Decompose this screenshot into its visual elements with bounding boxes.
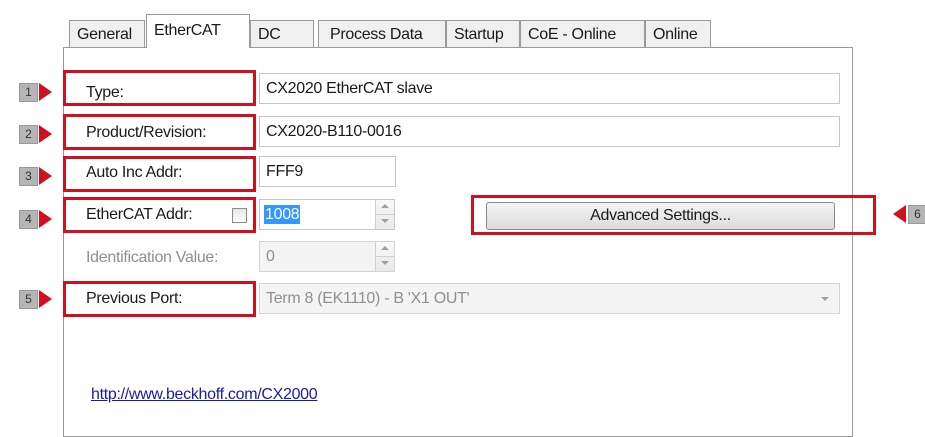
ethercat-addr-value: 1008 <box>264 205 301 224</box>
spin-up-icon[interactable] <box>381 204 389 208</box>
spin-up-icon[interactable] <box>381 246 389 250</box>
callout-box-advanced-settings <box>471 195 876 235</box>
tab-startup[interactable]: Startup <box>446 20 520 47</box>
beckhoff-link[interactable]: http://www.beckhoff.com/CX2000 <box>91 386 318 404</box>
callout-box-product-revision <box>63 114 256 150</box>
callout-arrow-3 <box>39 167 52 185</box>
previous-port-dropdown[interactable]: Term 8 (EK1110) - B 'X1 OUT' <box>259 283 840 314</box>
callout-arrow-6 <box>893 205 906 223</box>
spin-down-icon[interactable] <box>381 218 389 223</box>
tab-dc[interactable]: DC <box>250 20 314 47</box>
tab-process-data[interactable]: Process Data <box>318 20 446 47</box>
identification-value-label: Identification Value: <box>86 249 219 266</box>
ethercat-addr-spinner[interactable] <box>375 200 394 229</box>
callout-number-4: 4 <box>19 210 38 229</box>
tab-general[interactable]: General <box>69 20 145 47</box>
callout-number-2: 2 <box>19 125 38 144</box>
callout-number-1: 1 <box>19 83 38 102</box>
callout-arrow-4 <box>39 210 52 228</box>
callout-number-6: 6 <box>908 205 925 224</box>
callout-arrow-5 <box>39 290 52 308</box>
callout-box-ethercat-addr <box>63 197 256 233</box>
callout-box-previous-port <box>63 281 256 317</box>
tab-online[interactable]: Online <box>645 20 711 47</box>
callout-box-type <box>63 70 256 106</box>
callout-arrow-2 <box>39 125 52 143</box>
callout-arrow-1 <box>39 83 52 101</box>
product-revision-field[interactable]: CX2020-B110-0016 <box>259 116 840 147</box>
spin-down-icon[interactable] <box>381 260 389 265</box>
previous-port-value: Term 8 (EK1110) - B 'X1 OUT' <box>266 290 470 307</box>
callout-box-auto-inc-addr <box>63 156 256 192</box>
tab-coe-online[interactable]: CoE - Online <box>520 20 645 47</box>
type-field[interactable]: CX2020 EtherCAT slave <box>259 73 840 104</box>
callout-number-3: 3 <box>19 167 38 186</box>
auto-inc-addr-field[interactable]: FFF9 <box>259 156 396 187</box>
callout-number-5: 5 <box>19 290 38 309</box>
identification-value-spinner[interactable] <box>375 242 394 271</box>
chevron-down-icon[interactable] <box>821 297 829 301</box>
tab-ethercat[interactable]: EtherCAT <box>146 14 250 48</box>
